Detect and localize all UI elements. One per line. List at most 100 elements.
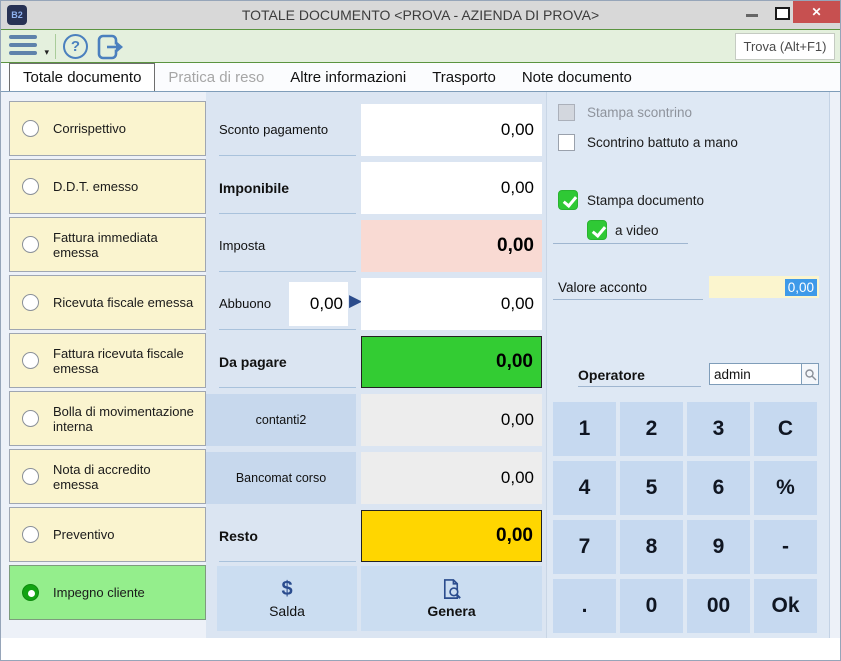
numpad-key-4[interactable]: 4 [553, 461, 616, 515]
maximize-button[interactable] [767, 1, 795, 23]
numpad-key-00[interactable]: 00 [687, 579, 750, 633]
numpad-key-3[interactable]: 3 [687, 402, 750, 456]
valore-acconto-underline [553, 299, 703, 300]
doc-type-impegno-cliente[interactable]: Impegno cliente [9, 565, 206, 620]
doc-type-label: Ricevuta fiscale emessa [53, 295, 194, 310]
numpad-key-minus[interactable]: - [754, 520, 817, 574]
chevron-down-icon: ▾ [44, 47, 49, 57]
abbuono-entry-field[interactable]: 0,00 [289, 282, 348, 326]
salda-button[interactable]: $ Salda [217, 566, 357, 631]
radio-icon [22, 410, 39, 427]
a-video-label: a video [615, 223, 659, 238]
salda-label: Salda [269, 603, 305, 619]
numpad-key-7[interactable]: 7 [553, 520, 616, 574]
toolbar: ▾ ? Trova (Alt+F1) [1, 29, 840, 63]
numpad-key-2[interactable]: 2 [620, 402, 683, 456]
genera-label: Genera [427, 603, 476, 619]
imposta-label: Imposta [219, 220, 356, 272]
radio-icon [22, 236, 39, 253]
tab-totale-documento[interactable]: Totale documento [9, 63, 156, 91]
content-area: Corrispettivo D.D.T. emesso Fattura imme… [1, 92, 840, 638]
operatore-input[interactable] [709, 363, 802, 385]
abbuono-field[interactable]: 0,00 [361, 278, 542, 330]
scontrino-battuto-a-mano-label: Scontrino battuto a mano [587, 135, 738, 150]
a-video-checkbox[interactable] [587, 220, 607, 240]
search-icon [804, 368, 816, 380]
numpad-key-8[interactable]: 8 [620, 520, 683, 574]
doc-type-fattura-immediata[interactable]: Fattura immediata emessa [9, 217, 206, 272]
da-pagare-label: Da pagare [219, 336, 356, 388]
genera-button[interactable]: Genera [361, 566, 542, 631]
doc-type-label: Corrispettivo [53, 121, 126, 136]
operatore-label: Operatore [578, 367, 645, 383]
doc-type-ddt-emesso[interactable]: D.D.T. emesso [9, 159, 206, 214]
generate-document-icon [443, 579, 461, 599]
help-button[interactable]: ? [63, 34, 88, 59]
tab-bar: Totale documento Pratica di reso Altre i… [1, 63, 840, 92]
doc-type-label: Fattura ricevuta fiscale emessa [53, 345, 184, 376]
tab-altre-informazioni[interactable]: Altre informazioni [277, 63, 419, 91]
options-divider [553, 243, 688, 244]
radio-icon [22, 120, 39, 137]
tab-trasporto[interactable]: Trasporto [419, 63, 509, 91]
radio-icon [22, 468, 39, 485]
bancomat-corso-field[interactable]: 0,00 [361, 452, 542, 504]
minimize-button[interactable] [738, 1, 766, 23]
valore-acconto-field[interactable]: 0,00 [709, 276, 819, 298]
numpad: 1 2 3 C 4 5 6 % 7 8 9 - . 0 00 Ok [553, 402, 817, 633]
doc-type-nota-accredito[interactable]: Nota di accredito emessa [9, 449, 206, 504]
close-button[interactable]: ✕ [793, 1, 840, 23]
sconto-pagamento-field[interactable]: 0,00 [361, 104, 542, 156]
numpad-key-percent[interactable]: % [754, 461, 817, 515]
radio-icon [22, 294, 39, 311]
numpad-key-ok[interactable]: Ok [754, 579, 817, 633]
operatore-underline [578, 386, 701, 387]
window-title: TOTALE DOCUMENTO <PROVA - AZIENDA DI PRO… [241, 7, 600, 23]
hamburger-icon [9, 35, 37, 39]
doc-type-fattura-ricevuta-fiscale[interactable]: Fattura ricevuta fiscale emessa [9, 333, 206, 388]
operatore-search-button[interactable] [801, 363, 819, 385]
bancomat-corso-label: Bancomat corso [206, 452, 356, 504]
tab-note-documento[interactable]: Note documento [509, 63, 645, 91]
doc-type-label: Bolla di movimentazione interna [53, 403, 194, 434]
numpad-key-clear[interactable]: C [754, 402, 817, 456]
doc-type-label: Fattura immediata emessa [53, 229, 158, 260]
title-bar: B2 TOTALE DOCUMENTO <PROVA - AZIENDA DI … [1, 1, 840, 29]
toolbar-separator [55, 34, 56, 59]
doc-type-label: Impegno cliente [53, 585, 145, 600]
numpad-key-5[interactable]: 5 [620, 461, 683, 515]
doc-type-label: D.D.T. emesso [53, 179, 139, 194]
doc-type-ricevuta-fiscale[interactable]: Ricevuta fiscale emessa [9, 275, 206, 330]
doc-type-label: Nota di accredito emessa [53, 461, 151, 492]
numpad-key-1[interactable]: 1 [553, 402, 616, 456]
tab-pratica-di-reso[interactable]: Pratica di reso [155, 63, 277, 91]
doc-type-corrispettivo[interactable]: Corrispettivo [9, 101, 206, 156]
exit-button[interactable] [97, 34, 125, 60]
doc-type-preventivo[interactable]: Preventivo [9, 507, 206, 562]
app-window: B2 TOTALE DOCUMENTO <PROVA - AZIENDA DI … [0, 0, 841, 661]
valore-acconto-label: Valore acconto [558, 280, 648, 295]
da-pagare-field: 0,00 [361, 336, 542, 388]
contanti2-label: contanti2 [206, 394, 356, 446]
contanti2-field[interactable]: 0,00 [361, 394, 542, 446]
doc-type-bolla-movimentazione[interactable]: Bolla di movimentazione interna [9, 391, 206, 446]
stampa-documento-checkbox[interactable] [558, 190, 578, 210]
doc-type-label: Preventivo [53, 527, 115, 542]
document-type-list: Corrispettivo D.D.T. emesso Fattura imme… [9, 101, 206, 620]
dollar-icon: $ [281, 578, 293, 600]
imposta-field: 0,00 [361, 220, 542, 272]
numpad-key-decimal[interactable]: . [553, 579, 616, 633]
numpad-key-0[interactable]: 0 [620, 579, 683, 633]
sconto-pagamento-label: Sconto pagamento [219, 104, 356, 156]
hamburger-menu-button[interactable]: ▾ [9, 35, 49, 59]
numpad-key-6[interactable]: 6 [687, 461, 750, 515]
imponibile-label: Imponibile [219, 162, 356, 214]
imponibile-field[interactable]: 0,00 [361, 162, 542, 214]
resto-field: 0,00 [361, 510, 542, 562]
scontrino-battuto-a-mano-checkbox[interactable] [558, 134, 575, 151]
valore-acconto-value: 0,00 [784, 278, 817, 296]
radio-selected-icon [22, 584, 39, 601]
numpad-key-9[interactable]: 9 [687, 520, 750, 574]
exit-icon [97, 34, 123, 60]
find-box[interactable]: Trova (Alt+F1) [735, 33, 835, 60]
